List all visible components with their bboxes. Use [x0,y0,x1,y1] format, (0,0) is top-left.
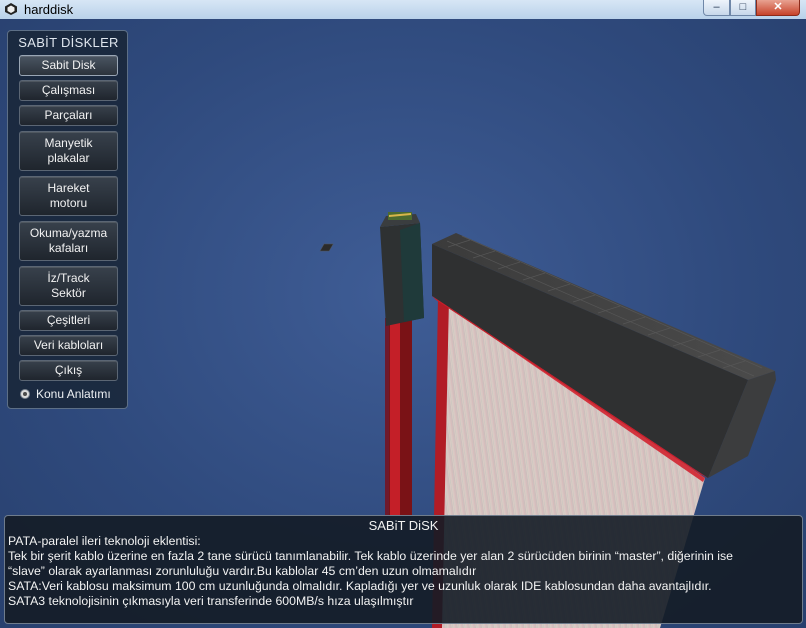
button-label-line1: Okuma/yazma [29,226,108,240]
close-button[interactable]: ✕ [756,0,800,16]
button-label-line2: motoru [49,196,88,210]
calismasi-button[interactable]: Çalışması [19,80,118,101]
button-label: Çalışması [41,83,96,97]
cikis-button[interactable]: Çıkış [19,360,118,381]
info-line: PATA-paralel ileri teknoloji eklentisi: [8,534,201,548]
minimize-button[interactable]: – [703,0,730,16]
button-label: Sabit Disk [41,58,96,72]
button-label-line1: Hareket [47,181,90,195]
button-label: Veri kabloları [33,338,104,352]
maximize-button[interactable]: □ [730,0,756,16]
button-label-line2: plakalar [47,151,90,165]
button-label-line2: kafaları [48,241,89,255]
toggle-label: Konu Anlatımı [36,387,111,401]
manyetik-plakalar-button[interactable]: Manyetik plakalar [19,131,118,171]
info-text-box: SABiT DiSK PATA-paralel ileri teknoloji … [4,515,803,624]
info-title: SABiT DiSK [368,518,439,533]
parcalari-button[interactable]: Parçaları [19,105,118,126]
veri-kablolari-button[interactable]: Veri kabloları [19,335,118,356]
info-line: SATA:Veri kablosu maksimum 100 cm uzunlu… [8,579,712,593]
topics-menu-panel: SABİT DİSKLER Sabit Disk Çalışması Parça… [7,30,128,409]
konu-anlatimi-toggle[interactable]: Konu Anlatımı [20,387,111,401]
info-line: Tek bir şerit kablo üzerine en fazla 2 t… [8,549,733,563]
button-label-line2: Sektör [51,286,86,300]
cesitleri-button[interactable]: Çeşitleri [19,310,118,331]
sabit-disk-button[interactable]: Sabit Disk [19,55,118,76]
hareket-motoru-button[interactable]: Hareket motoru [19,176,118,216]
okuma-yazma-kafalari-button[interactable]: Okuma/yazma kafaları [19,221,118,261]
menu-title: SABİT DİSKLER [18,35,119,50]
window-title: harddisk [24,2,74,17]
radio-icon [20,389,30,399]
iz-track-sektor-button[interactable]: İz/Track Sektör [19,266,118,306]
info-line: SATA3 teknolojisinin çıkmasıyla veri tra… [8,594,414,608]
button-label-line1: Manyetik [44,136,93,150]
info-line: “slave” olarak ayarlanması zorunluluğu v… [8,564,477,578]
button-label-line1: İz/Track [47,271,90,285]
button-label: Çıkış [54,363,83,377]
unity-icon [5,3,17,15]
window-title-bar: harddisk – □ ✕ [0,0,806,20]
button-label: Çeşitleri [46,313,91,327]
sata-cable [380,212,424,516]
button-label: Parçaları [44,108,93,122]
